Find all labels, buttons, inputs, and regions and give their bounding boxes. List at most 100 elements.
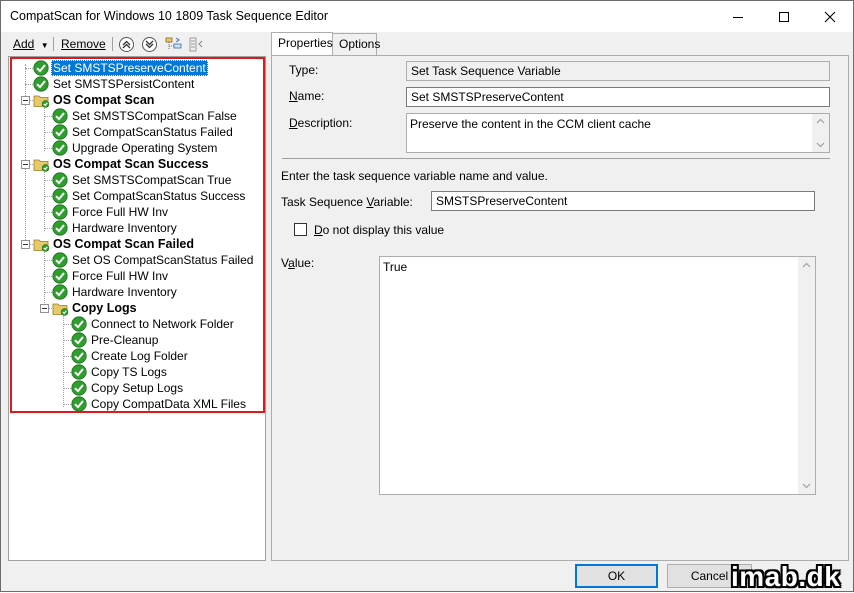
tree-connector-line	[44, 276, 52, 277]
tree-item-label: Set SMSTSPersistContent	[53, 77, 195, 91]
step-success-icon	[52, 108, 68, 124]
minimize-icon	[733, 16, 743, 18]
move-up-icon[interactable]	[118, 36, 135, 53]
tree-connector-line	[44, 247, 45, 311]
step-success-icon	[52, 172, 68, 188]
hide-value-label: Do not display this value	[314, 223, 445, 237]
step-success-icon	[52, 140, 68, 156]
task-sequence-tree[interactable]: Set SMSTSPreserveContent Set SMSTSPersist…	[8, 56, 266, 561]
tree-connector-line	[63, 372, 71, 373]
step-success-icon	[52, 124, 68, 140]
collapse-toggle-icon[interactable]	[40, 304, 49, 313]
tree-connector-line	[25, 84, 33, 85]
name-input[interactable]: Set SMSTSPreserveContent	[406, 87, 830, 107]
tree-connector-line	[63, 311, 64, 407]
group-folder-icon	[52, 303, 69, 316]
step-success-icon	[71, 396, 87, 412]
tree-connector-line	[44, 103, 45, 151]
remove-label: Remove	[61, 37, 106, 51]
value-scrollbar[interactable]	[798, 257, 815, 494]
tree-connector-line	[44, 148, 52, 149]
section-divider	[282, 158, 830, 159]
tree-item-label: Set SMSTSCompatScan True	[72, 173, 232, 187]
tree-item-label: Hardware Inventory	[72, 285, 177, 299]
group-indent-icon[interactable]	[165, 36, 182, 53]
group-folder-icon	[33, 239, 50, 252]
tree-item-label: Copy CompatData XML Files	[91, 397, 246, 411]
description-label: Description:	[289, 116, 353, 130]
tree-connector-line	[63, 340, 71, 341]
scroll-down-icon[interactable]	[802, 481, 811, 490]
remove-button[interactable]: Remove	[61, 37, 106, 51]
tree-connector-line	[44, 180, 52, 181]
description-text: Preserve the content in the CCM client c…	[410, 117, 651, 131]
tree-item-label: Force Full HW Inv	[72, 269, 169, 283]
step-success-icon	[52, 220, 68, 236]
tree-connector-line	[63, 356, 71, 357]
title-bar: CompatScan for Windows 10 1809 Task Sequ…	[1, 1, 853, 32]
toolbar-separator	[53, 37, 54, 51]
tree-connector-line	[44, 167, 45, 231]
value-input[interactable]: True	[379, 256, 816, 495]
variable-input[interactable]: SMSTSPreserveContent	[431, 191, 815, 211]
step-success-icon	[52, 188, 68, 204]
value-label: Value:	[281, 256, 315, 270]
step-success-icon	[71, 380, 87, 396]
group-folder-icon	[33, 159, 50, 172]
tab-properties[interactable]: Properties	[271, 32, 333, 55]
imab-watermark: imab.dk	[731, 561, 841, 592]
tree-connector-line	[63, 388, 71, 389]
ok-button[interactable]: OK	[575, 564, 658, 588]
tree-item-label: OS Compat Scan Failed	[53, 237, 195, 251]
hide-value-checkbox[interactable]	[294, 223, 307, 236]
collapse-toggle-icon[interactable]	[21, 96, 30, 105]
tree-connector-line	[25, 68, 33, 69]
close-button[interactable]	[807, 1, 853, 32]
type-field: Set Task Sequence Variable	[406, 61, 830, 81]
scroll-up-icon[interactable]	[816, 117, 825, 126]
step-success-icon	[33, 76, 49, 92]
minimize-button[interactable]	[715, 1, 761, 32]
tree-item-label: Upgrade Operating System	[72, 141, 218, 155]
type-label: Type:	[289, 63, 319, 77]
toolbar-separator	[112, 37, 113, 51]
tree-connector-line	[63, 324, 71, 325]
tree-connector-line	[25, 64, 26, 240]
editor-window: CompatScan for Windows 10 1809 Task Sequ…	[0, 0, 854, 592]
tab-options[interactable]: Options	[332, 33, 380, 55]
tree-item-label: OS Compat Scan	[53, 93, 155, 107]
tree-item-label: Set SMSTSCompatScan False	[72, 109, 237, 123]
collapse-toggle-icon[interactable]	[21, 240, 30, 249]
scroll-up-icon[interactable]	[802, 261, 811, 270]
step-success-icon	[71, 316, 87, 332]
step-success-icon	[71, 364, 87, 380]
tree-connector-line	[44, 116, 52, 117]
tree-connector-line	[44, 228, 52, 229]
tree-item-label: Copy Setup Logs	[91, 381, 184, 395]
step-success-icon	[33, 60, 49, 76]
close-icon	[824, 11, 836, 22]
tree-item-label: Force Full HW Inv	[72, 205, 169, 219]
group-outdent-icon[interactable]	[188, 36, 205, 53]
maximize-button[interactable]	[761, 1, 807, 32]
tree-connector-line	[44, 196, 52, 197]
tree-item-label: Set SMSTSPreserveContent	[51, 60, 208, 76]
move-down-icon[interactable]	[141, 36, 158, 53]
variable-label: Task Sequence Variable:	[281, 195, 413, 209]
step-success-icon	[52, 204, 68, 220]
properties-panel: Type: Set Task Sequence Variable Name: S…	[271, 55, 849, 561]
step-success-icon	[71, 332, 87, 348]
description-input[interactable]: Preserve the content in the CCM client c…	[406, 113, 830, 153]
tree-item-label: Hardware Inventory	[72, 221, 177, 235]
collapse-toggle-icon[interactable]	[21, 160, 30, 169]
tree-item-label: Set OS CompatScanStatus Failed	[72, 253, 254, 267]
tree-connector-line	[44, 212, 52, 213]
tree-item-label: Set CompatScanStatus Success	[72, 189, 246, 203]
instructions-text: Enter the task sequence variable name an…	[281, 169, 548, 183]
add-menu-button[interactable]: Add ▼	[13, 37, 49, 51]
tree-connector-line	[44, 132, 52, 133]
scroll-down-icon[interactable]	[816, 140, 825, 149]
description-scrollbar[interactable]	[812, 114, 829, 152]
tree-connector-line	[44, 260, 52, 261]
window-title: CompatScan for Windows 10 1809 Task Sequ…	[10, 9, 329, 23]
